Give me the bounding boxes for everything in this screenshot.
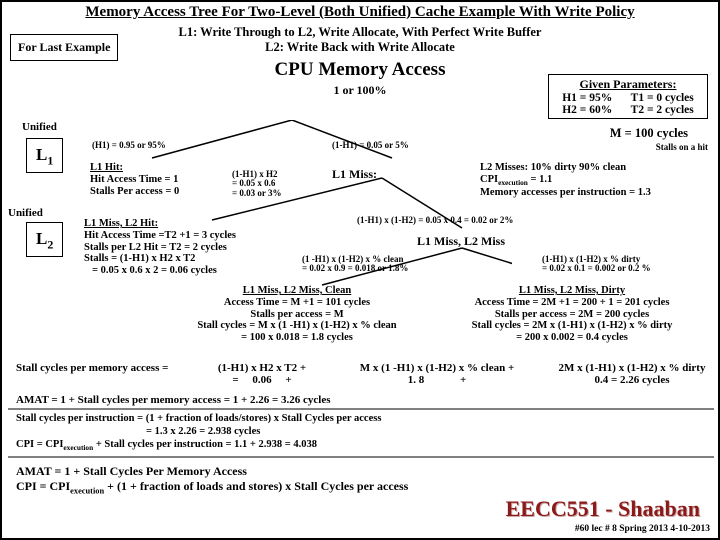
given-parameters: Given Parameters: H1 = 95%H2 = 60% T1 = … xyxy=(548,74,708,119)
sum-line: Stall cycles per memory access = xyxy=(16,362,168,374)
l2-box: L2 xyxy=(26,222,63,257)
unified-label-1: Unified xyxy=(22,121,57,133)
rules-block: Stall cycles per instruction = (1 + frac… xyxy=(16,412,381,453)
footer: EECC551 - Shaaban #60 lec # 8 Spring 201… xyxy=(496,494,710,534)
tree-lines xyxy=(92,120,512,290)
amat-calc: AMAT = 1 + Stall cycles per memory acces… xyxy=(16,394,331,406)
unified-label-2: Unified xyxy=(8,207,43,219)
dirty-block: L1 Miss, L2 Miss, Dirty Access Time = 2M… xyxy=(442,285,702,344)
stalls-on-hit: Stalls on a hit xyxy=(656,142,708,152)
subhead-l2: L2: Write Back with Write Allocate xyxy=(265,40,455,54)
for-last-example: For Last Example xyxy=(10,34,118,61)
divider-2 xyxy=(8,456,714,458)
given-title: Given Parameters: xyxy=(549,75,707,92)
dirty-calc: (1-H1) x (1-H2) x % dirty = 0.02 x 0.1 =… xyxy=(542,255,651,274)
l1-box: L1 xyxy=(26,138,63,173)
clean-block: L1 Miss, L2 Miss, Clean Access Time = M … xyxy=(172,285,422,344)
footer-title: EECC551 - Shaaban xyxy=(496,494,710,524)
divider-1 xyxy=(8,408,714,410)
title: Memory Access Tree For Two-Level (Both U… xyxy=(2,2,718,23)
m-cycles: M = 100 cycles xyxy=(610,126,688,141)
amat-formula: AMAT = 1 + Stall Cycles Per Memory Acces… xyxy=(16,464,408,497)
footer-sub: #60 lec # 8 Spring 2013 4-10-2013 xyxy=(496,524,710,534)
subhead-l1: L1: Write Through to L2, Write Allocate,… xyxy=(179,25,542,39)
slide: Memory Access Tree For Two-Level (Both U… xyxy=(0,0,720,540)
